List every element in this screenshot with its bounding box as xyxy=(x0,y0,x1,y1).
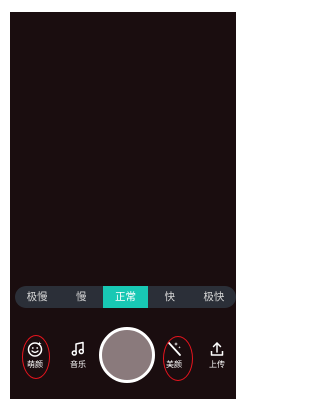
camera-screen: 极慢 慢 正常 快 极快 萌颜 音乐 美颜 上传 xyxy=(0,0,246,404)
speed-option-very-fast[interactable]: 极快 xyxy=(192,286,236,308)
music-label: 音乐 xyxy=(70,360,86,369)
speed-option-fast[interactable]: 快 xyxy=(148,286,192,308)
music-note-icon xyxy=(71,341,85,356)
upload-arrow-icon xyxy=(210,342,224,356)
record-button[interactable] xyxy=(99,327,155,383)
speed-option-normal[interactable]: 正常 xyxy=(103,286,148,308)
upload-button[interactable]: 上传 xyxy=(200,340,234,369)
annotation-circle-beauty xyxy=(22,335,50,379)
music-button[interactable]: 音乐 xyxy=(61,340,95,369)
speed-option-very-slow[interactable]: 极慢 xyxy=(15,286,59,308)
annotation-circle-filter xyxy=(163,336,193,381)
speed-option-slow[interactable]: 慢 xyxy=(59,286,103,308)
upload-label: 上传 xyxy=(209,360,225,369)
speed-selector: 极慢 慢 正常 快 极快 xyxy=(15,286,236,308)
